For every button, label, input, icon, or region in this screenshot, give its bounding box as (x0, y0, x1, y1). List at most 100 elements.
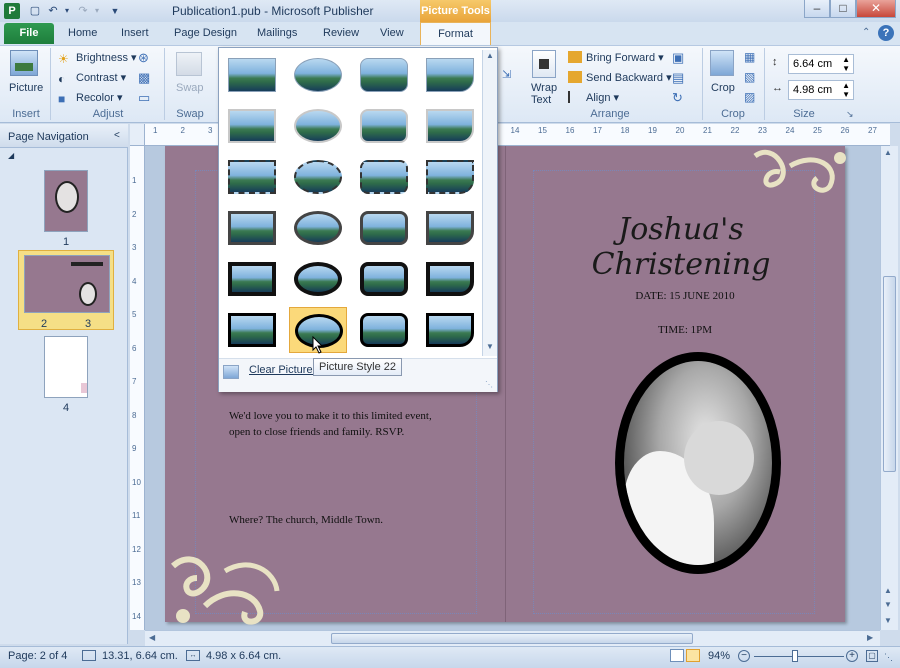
picture-style-16[interactable] (421, 205, 479, 251)
undo-dropdown-icon[interactable]: ▾ (60, 4, 74, 18)
gallery-scroll-down-icon[interactable]: ▼ (484, 342, 496, 354)
zoom-out-icon[interactable]: − (738, 650, 750, 662)
two-page-spread-icon[interactable] (686, 649, 700, 662)
more-styles-icon[interactable]: ⇲ (502, 68, 511, 81)
picture-style-11[interactable] (355, 154, 413, 200)
invite-text-line1[interactable]: We'd love you to make it to this limited… (229, 410, 432, 422)
prev-page-icon[interactable]: ▲ (884, 586, 892, 595)
picture-style-5[interactable] (223, 103, 281, 149)
redo-dropdown-icon[interactable]: ▾ (90, 4, 104, 18)
page-thumbnail-1[interactable] (44, 170, 88, 232)
picture-style-20[interactable] (421, 256, 479, 302)
swap-button[interactable]: Swap (176, 82, 204, 94)
publisher-app-icon[interactable]: P (4, 3, 20, 19)
spinner-arrows-icon[interactable]: ▲ ▼ (842, 55, 850, 73)
customize-qat-icon[interactable]: ▼ (108, 4, 122, 18)
picture-style-3[interactable] (355, 52, 413, 98)
picture-style-18[interactable] (289, 256, 347, 302)
tab-page-design[interactable]: Page Design (174, 27, 237, 39)
vertical-scroll-thumb[interactable] (883, 276, 896, 472)
page-thumbnail-2-3[interactable] (24, 255, 110, 313)
save-icon[interactable]: ▢ (28, 4, 42, 18)
picture-style-17[interactable] (223, 256, 281, 302)
clear-crop-icon[interactable]: ▨ (744, 90, 755, 104)
section-collapse-icon[interactable]: ◢ (8, 151, 14, 160)
collapse-pane-icon[interactable]: < (114, 130, 120, 141)
ungroup-objects-icon[interactable]: ▤ (672, 70, 684, 86)
resize-grip-icon[interactable]: ⋱ (485, 380, 493, 389)
fill-icon[interactable]: ▧ (744, 70, 755, 84)
align-button[interactable]: Align ▾ (568, 91, 619, 104)
help-icon[interactable]: ? (878, 25, 894, 41)
crop-button[interactable]: Crop (711, 82, 735, 94)
picture-style-14[interactable] (289, 205, 347, 251)
tab-format[interactable]: Format (420, 22, 491, 45)
width-spinner[interactable]: 4.98 cm ▲ ▼ (788, 80, 854, 100)
contrast-button[interactable]: ◐ Contrast ▾ (58, 71, 126, 86)
picture-style-24[interactable] (421, 307, 479, 353)
single-page-view-icon[interactable] (670, 649, 684, 662)
page-thumbnail-4[interactable] (44, 336, 88, 398)
publication-heading[interactable]: Joshua's Christening (561, 212, 801, 282)
tab-file[interactable]: File (4, 23, 54, 44)
group-objects-icon[interactable]: ▣ (672, 50, 684, 66)
next-page-icon[interactable]: ▼ (884, 600, 892, 609)
picture-style-9[interactable] (223, 154, 281, 200)
bring-forward-button[interactable]: Bring Forward ▾ (568, 51, 664, 64)
change-picture-icon[interactable]: ▩ (138, 70, 150, 86)
picture-style-2[interactable] (289, 52, 347, 98)
scroll-down-icon[interactable]: ▼ (884, 616, 892, 625)
gallery-scrollbar[interactable]: ▲ ▼ (482, 50, 497, 356)
horizontal-scroll-thumb[interactable] (331, 633, 693, 644)
undo-icon[interactable]: ↶ (46, 4, 60, 18)
fit-page-icon[interactable]: ▢ (866, 650, 878, 662)
page-indicator[interactable]: Page: 2 of 4 (8, 650, 67, 662)
picture-style-7[interactable] (355, 103, 413, 149)
height-spinner[interactable]: 6.64 cm ▲ ▼ (788, 54, 854, 74)
zoom-slider-track[interactable] (754, 656, 844, 657)
insert-picture-button[interactable]: Picture (9, 82, 43, 94)
picture-style-12[interactable] (421, 154, 479, 200)
vertical-scrollbar[interactable]: ▲ ▲ ▼ ▼ (880, 146, 898, 630)
redo-icon[interactable]: ↷ (76, 4, 90, 18)
location-text[interactable]: Where? The church, Middle Town. (229, 514, 383, 526)
horizontal-scrollbar[interactable]: ◀ ▶ (145, 630, 880, 646)
wrap-text-button[interactable]: Wrap (531, 82, 557, 94)
scroll-up-icon[interactable]: ▲ (884, 148, 892, 157)
tab-review[interactable]: Review (323, 27, 359, 39)
picture-style-21[interactable] (223, 307, 281, 353)
gallery-scroll-up-icon[interactable]: ▲ (484, 51, 496, 63)
tab-insert[interactable]: Insert (121, 27, 149, 39)
tab-mailings[interactable]: Mailings (257, 27, 297, 39)
picture-styles-gallery[interactable]: ▲ ▼ Clear Picture Style ⋱ (218, 47, 498, 392)
zoom-in-icon[interactable]: + (846, 650, 858, 662)
reset-picture-icon[interactable]: ▭ (138, 90, 150, 106)
brightness-button[interactable]: ☀ Brightness ▾ (58, 51, 137, 66)
spinner-arrows-icon[interactable]: ▲ ▼ (842, 81, 850, 99)
picture-style-1[interactable] (223, 52, 281, 98)
scroll-left-icon[interactable]: ◀ (149, 633, 155, 642)
picture-style-8[interactable] (421, 103, 479, 149)
picture-style-10[interactable] (289, 154, 347, 200)
picture-style-15[interactable] (355, 205, 413, 251)
invite-text-line2[interactable]: open to close friends and family. RSVP. (229, 426, 404, 438)
tab-home[interactable]: Home (68, 27, 97, 39)
scroll-right-icon[interactable]: ▶ (867, 633, 873, 642)
picture-style-4[interactable] (421, 52, 479, 98)
picture-style-23[interactable] (355, 307, 413, 353)
event-date[interactable]: DATE: 15 JUNE 2010 (585, 290, 785, 302)
close-button[interactable]: ✕ (856, 0, 896, 18)
event-time[interactable]: TIME: 1PM (585, 324, 785, 336)
fit-icon[interactable]: ▦ (744, 50, 755, 64)
zoom-level[interactable]: 94% (708, 650, 730, 662)
collapse-ribbon-icon[interactable]: ⌃ (862, 27, 870, 38)
christening-photo-oval[interactable] (615, 352, 781, 574)
picture-style-19[interactable] (355, 256, 413, 302)
tab-view[interactable]: View (380, 27, 404, 39)
minimize-button[interactable]: – (804, 0, 830, 18)
picture-icon[interactable] (10, 50, 38, 76)
rotate-icon[interactable]: ↻ (672, 90, 683, 106)
zoom-slider-thumb[interactable] (792, 650, 798, 662)
picture-style-6[interactable] (289, 103, 347, 149)
send-backward-button[interactable]: Send Backward ▾ (568, 71, 672, 84)
